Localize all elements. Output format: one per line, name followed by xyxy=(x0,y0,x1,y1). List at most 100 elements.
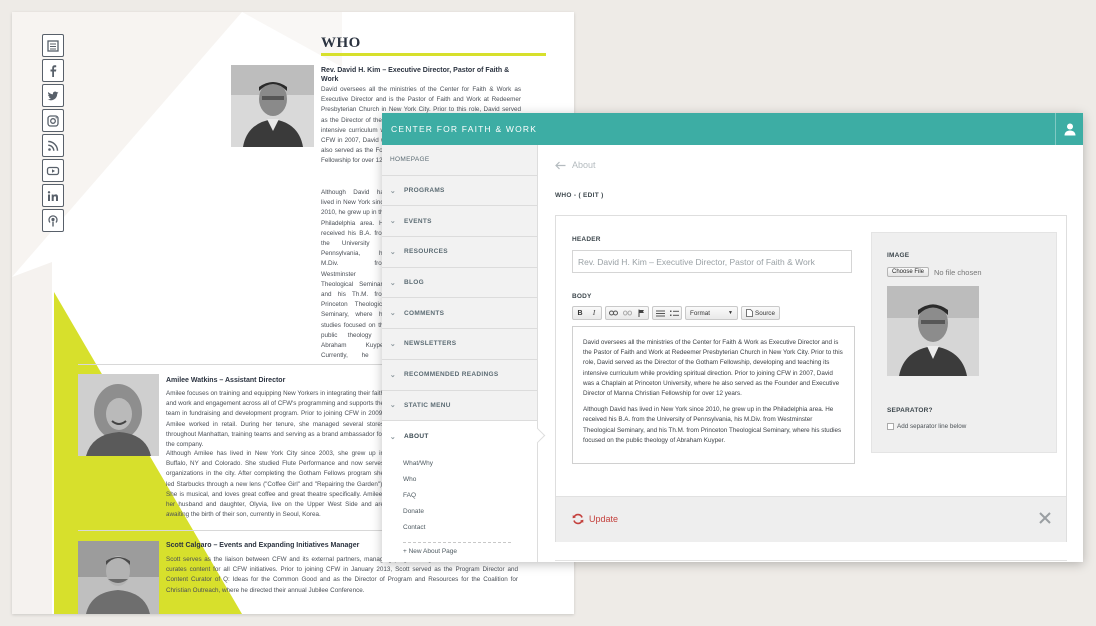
no-file-text: No file chosen xyxy=(934,267,982,277)
submenu-item-what-why[interactable]: What/Why xyxy=(403,456,537,472)
file-input: Choose File No file chosen xyxy=(887,267,982,277)
header-input[interactable] xyxy=(572,250,852,273)
facebook-icon[interactable] xyxy=(42,59,64,82)
sidebar-item-label: BLOG xyxy=(404,279,424,287)
separator-checkbox[interactable] xyxy=(887,423,894,430)
sidebar-item-recommended-readings[interactable]: ⌄ RECOMMENDED READINGS xyxy=(382,360,537,391)
user-icon[interactable] xyxy=(1055,113,1083,145)
sidebar-item-label: COMMENTS xyxy=(404,309,445,317)
chevron-down-icon: ⌄ xyxy=(389,279,397,287)
sidebar-item-programs[interactable]: ⌄ PROGRAMS xyxy=(382,176,537,207)
bio-name-amilee: Amilee Watkins – Assistant Director xyxy=(166,377,286,384)
refresh-icon xyxy=(572,513,584,525)
image-panel: IMAGE Choose File No file chosen SEPARAT… xyxy=(871,232,1057,453)
source-label: Source xyxy=(755,309,775,317)
bio-text-david-2: Although David has lived in New York sin… xyxy=(321,189,387,360)
italic-button[interactable]: I xyxy=(587,307,601,319)
source-button[interactable]: Source xyxy=(742,307,779,319)
bio-text-amilee-2: Although Amilee has lived in New York Ci… xyxy=(166,450,384,519)
submenu-item-faq[interactable]: FAQ xyxy=(403,488,537,504)
editor-toolbar: B I Format ▼ Source xyxy=(572,306,780,320)
chevron-down-icon: ⌄ xyxy=(389,371,397,379)
youtube-icon[interactable] xyxy=(42,159,64,182)
sidebar-item-label: STATIC MENU xyxy=(404,401,451,409)
sidebar-item-label: HOMEPAGE xyxy=(390,156,430,164)
image-label: IMAGE xyxy=(887,252,910,259)
numbered-list-icon[interactable] xyxy=(653,307,667,319)
breadcrumb-label: About xyxy=(572,160,596,170)
format-select-label: Format xyxy=(690,309,710,317)
header-label: HEADER xyxy=(572,236,601,243)
sidebar-item-homepage[interactable]: HOMEPAGE xyxy=(382,145,537,176)
body-editor[interactable]: David oversees all the ministries of the… xyxy=(572,326,855,464)
source-icon xyxy=(746,309,753,317)
edit-form: HEADER BODY B I Format ▼ xyxy=(555,215,1067,542)
sidebar-item-events[interactable]: ⌄ EVENTS xyxy=(382,206,537,238)
separator-option-label: Add separator line below xyxy=(897,423,967,430)
update-button[interactable]: Update xyxy=(572,513,618,525)
anchor-flag-icon[interactable] xyxy=(634,307,648,319)
submenu-divider xyxy=(403,541,511,543)
cms-header-bar: CENTER FOR FAITH & WORK xyxy=(382,113,1083,145)
sidebar-item-label: NEWSLETTERS xyxy=(404,340,457,348)
bulleted-list-icon[interactable] xyxy=(667,307,681,319)
update-label: Update xyxy=(589,514,619,524)
rss-icon[interactable] xyxy=(42,134,64,157)
chevron-down-icon: ⌄ xyxy=(389,402,397,410)
chevron-down-icon: ⌄ xyxy=(389,340,397,348)
bio-photo-david xyxy=(231,65,314,147)
bio-text-scott: Scott serves as the liaison between CFW … xyxy=(166,556,518,594)
sidebar-item-comments[interactable]: ⌄ COMMENTS xyxy=(382,298,537,330)
arrow-left-icon xyxy=(555,161,566,169)
unlink-icon[interactable] xyxy=(620,307,634,319)
sidebar-item-label: RECOMMENDED READINGS xyxy=(404,371,499,379)
submenu-item-contact[interactable]: Contact xyxy=(403,520,537,536)
title-underline xyxy=(321,53,546,56)
submenu-item-who[interactable]: Who xyxy=(403,472,537,488)
podcast-icon[interactable] xyxy=(42,209,64,232)
social-icons xyxy=(42,34,64,232)
sidebar-item-about[interactable]: ⌄ ABOUT xyxy=(382,421,537,452)
sidebar-item-label: RESOURCES xyxy=(404,248,448,256)
body-label: BODY xyxy=(572,293,592,300)
sidebar-item-resources[interactable]: ⌄ RESOURCES xyxy=(382,237,537,268)
sidebar-item-newsletters[interactable]: ⌄ NEWSLETTERS xyxy=(382,329,537,360)
form-footer: Update xyxy=(556,496,1066,542)
instagram-icon[interactable] xyxy=(42,109,64,132)
sidebar-item-label: EVENTS xyxy=(404,217,432,225)
breadcrumb[interactable]: About xyxy=(555,160,596,170)
linkedin-icon[interactable] xyxy=(42,184,64,207)
choose-file-button[interactable]: Choose File xyxy=(887,267,930,277)
main-content: About WHO - ( EDIT ) HEADER BODY B I xyxy=(538,145,1083,562)
section-title: WHO xyxy=(321,35,361,51)
bio-photo-amilee xyxy=(78,374,159,456)
chevron-down-icon: ⌄ xyxy=(389,310,397,318)
chevron-down-icon: ⌄ xyxy=(389,248,397,256)
bio-text-amilee-1: Amilee focuses on training and equipping… xyxy=(166,390,384,449)
sidebar-item-label: ABOUT xyxy=(404,433,429,441)
cms-window: CENTER FOR FAITH & WORK HOMEPAGE ⌄ PROGRA… xyxy=(382,113,1083,562)
twitter-icon[interactable] xyxy=(42,84,64,107)
sidebar-nav: HOMEPAGE ⌄ PROGRAMS ⌄ EVENTS ⌄ RESOURCES ⌄ B… xyxy=(382,145,538,562)
cms-brand[interactable]: CENTER FOR FAITH & WORK xyxy=(382,124,537,134)
body-paragraph: David oversees all the ministries of the… xyxy=(583,339,843,398)
sidebar-item-static-menu[interactable]: ⌄ STATIC MENU xyxy=(382,391,537,422)
close-icon[interactable] xyxy=(1038,511,1052,525)
separator-option: Add separator line below xyxy=(887,423,966,430)
format-select[interactable]: Format ▼ xyxy=(686,307,737,319)
next-section-edge xyxy=(555,560,1067,562)
separator-label: SEPARATOR? xyxy=(887,407,933,414)
new-about-page-link[interactable]: + New About Page xyxy=(403,548,537,555)
chevron-down-icon: ⌄ xyxy=(389,218,397,226)
body-paragraph: Although David has lived in New York sin… xyxy=(583,406,842,444)
chevron-down-icon: ⌄ xyxy=(389,433,397,441)
sidebar-item-label: PROGRAMS xyxy=(404,187,445,195)
dropdown-caret-icon: ▼ xyxy=(728,310,733,316)
newsletter-icon[interactable] xyxy=(42,34,64,57)
about-submenu: What/Why Who FAQ Donate Contact + New Ab… xyxy=(382,451,537,562)
submenu-item-donate[interactable]: Donate xyxy=(403,504,537,520)
sidebar-item-blog[interactable]: ⌄ BLOG xyxy=(382,268,537,299)
page-title: WHO - ( EDIT ) xyxy=(555,192,604,199)
link-icon[interactable] xyxy=(606,307,620,319)
bold-button[interactable]: B xyxy=(573,307,587,319)
